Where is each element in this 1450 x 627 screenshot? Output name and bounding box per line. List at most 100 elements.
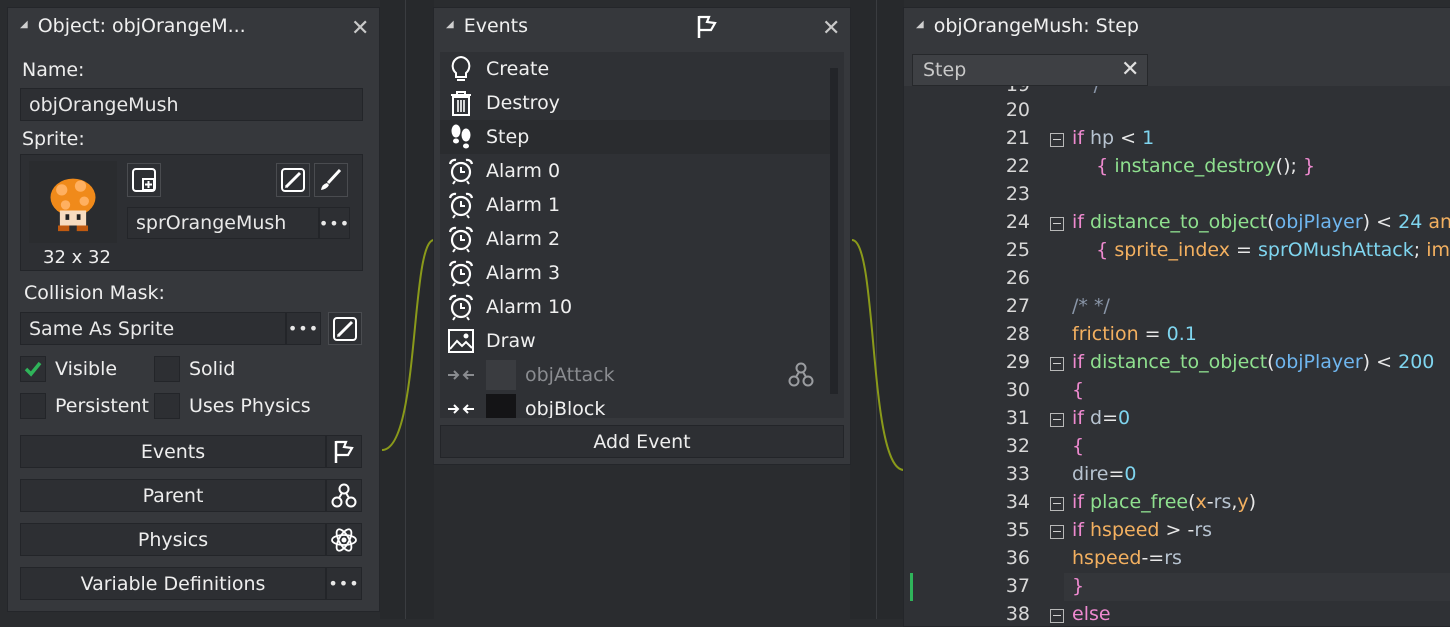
event-item-collision-objblock[interactable]: objBlock bbox=[440, 392, 830, 418]
line-number: 34 bbox=[1005, 491, 1030, 513]
fold-toggle-icon[interactable] bbox=[1050, 133, 1064, 147]
collapse-triangle-icon[interactable]: ◢ bbox=[446, 19, 454, 30]
alarm-clock-icon bbox=[446, 224, 476, 254]
persistent-label: Persistent bbox=[55, 395, 149, 417]
fold-toggle-icon[interactable] bbox=[1050, 609, 1064, 623]
solid-label: Solid bbox=[189, 358, 236, 380]
line-number: 31 bbox=[1005, 407, 1030, 429]
solid-checkbox[interactable] bbox=[154, 356, 180, 382]
close-tab-icon[interactable]: ✕ bbox=[1121, 59, 1139, 81]
mushroom-sprite-icon bbox=[50, 178, 96, 232]
event-item-collision-objattack[interactable]: objAttack bbox=[440, 358, 830, 392]
object-thumbnail bbox=[486, 360, 516, 390]
fold-toggle-icon[interactable] bbox=[1050, 413, 1064, 427]
event-label: Create bbox=[486, 58, 550, 80]
event-item-create[interactable]: Create bbox=[440, 52, 830, 86]
close-icon[interactable]: ✕ bbox=[822, 18, 840, 40]
event-label: objAttack bbox=[525, 364, 615, 386]
alarm-clock-icon bbox=[446, 258, 476, 288]
collision-arrows-icon bbox=[446, 394, 476, 418]
edit-mask-button[interactable] bbox=[328, 312, 362, 345]
events-panel-header[interactable]: ◢ Events bbox=[434, 8, 850, 44]
line-number: 30 bbox=[1005, 379, 1030, 401]
line-number: 29 bbox=[1005, 351, 1030, 373]
add-event-button[interactable]: Add Event bbox=[440, 425, 844, 458]
code-line: /* */ bbox=[1072, 295, 1110, 317]
event-item-step[interactable]: Step bbox=[440, 120, 830, 154]
events-button[interactable]: Events bbox=[20, 435, 326, 468]
parent-button[interactable]: Parent bbox=[20, 479, 326, 512]
fold-toggle-icon[interactable] bbox=[1050, 357, 1064, 371]
uses-physics-checkbox[interactable] bbox=[154, 393, 180, 419]
sprite-browse-button[interactable]: ••• bbox=[319, 207, 350, 239]
code-line: friction = 0.1 bbox=[1072, 323, 1197, 345]
object-panel: ◢ Object: objOrangeM... ✕ Name: objOrang… bbox=[7, 7, 380, 612]
physics-icon-button[interactable] bbox=[326, 523, 362, 556]
code-editor[interactable]: 19 20 21 22 23 24 25 26 27 28 29 30 31 3… bbox=[904, 86, 1450, 626]
collision-mask-field[interactable]: Same As Sprite bbox=[20, 312, 286, 345]
code-line: if hp < 1 bbox=[1072, 127, 1155, 149]
persistent-checkbox[interactable] bbox=[20, 393, 46, 419]
collision-mask-browse-button[interactable]: ••• bbox=[286, 312, 321, 345]
tab-step[interactable]: Step ✕ bbox=[912, 54, 1148, 86]
event-item-destroy[interactable]: Destroy bbox=[440, 86, 830, 120]
parent-icon-button[interactable] bbox=[326, 479, 362, 512]
event-item-alarm-1[interactable]: Alarm 1 bbox=[440, 188, 830, 222]
code-panel-header[interactable]: ◢ objOrangeMush: Step bbox=[904, 8, 1450, 44]
code-line: { instance_destroy(); } bbox=[1096, 155, 1316, 177]
sprite-name-field[interactable]: sprOrangeMush bbox=[127, 207, 319, 239]
code-line: else bbox=[1072, 603, 1111, 625]
event-item-alarm-2[interactable]: Alarm 2 bbox=[440, 222, 830, 256]
code-line: { bbox=[1072, 435, 1085, 457]
object-panel-header[interactable]: ◢ Object: objOrangeM... bbox=[8, 8, 379, 44]
paint-sprite-button[interactable] bbox=[314, 163, 348, 197]
variable-definitions-button[interactable]: Variable Definitions bbox=[20, 567, 326, 600]
event-label: objBlock bbox=[525, 398, 606, 418]
event-item-alarm-3[interactable]: Alarm 3 bbox=[440, 256, 830, 290]
physics-button[interactable]: Physics bbox=[20, 523, 326, 556]
events-list: Create Destroy Step Alarm 0 Alarm 1 Alar… bbox=[440, 52, 844, 418]
object-thumbnail bbox=[486, 394, 516, 418]
connector-curve bbox=[381, 239, 435, 451]
code-line: */ bbox=[1072, 86, 1100, 96]
current-line-highlight bbox=[1064, 573, 1450, 601]
flag-icon bbox=[697, 15, 717, 38]
ellipsis-icon: ••• bbox=[318, 213, 351, 233]
code-line: dire=0 bbox=[1072, 463, 1137, 485]
line-number: 28 bbox=[1005, 323, 1030, 345]
event-item-alarm-10[interactable]: Alarm 10 bbox=[440, 290, 830, 324]
ellipsis-icon: ••• bbox=[287, 319, 320, 338]
name-field[interactable]: objOrangeMush bbox=[20, 88, 363, 121]
new-sprite-button[interactable] bbox=[127, 163, 161, 197]
collapse-triangle-icon[interactable]: ◢ bbox=[916, 19, 924, 30]
new-sprite-icon bbox=[132, 168, 156, 192]
event-item-draw[interactable]: Draw bbox=[440, 324, 830, 358]
code-panel-title: objOrangeMush: Step bbox=[933, 15, 1139, 37]
events-scrollbar[interactable] bbox=[830, 68, 838, 394]
collision-mask-label: Collision Mask: bbox=[24, 282, 165, 304]
events-icon-button[interactable] bbox=[326, 435, 362, 468]
line-number: 33 bbox=[1005, 463, 1030, 485]
variable-definitions-more-button[interactable]: ••• bbox=[326, 567, 362, 600]
collapse-triangle-icon[interactable]: ◢ bbox=[20, 19, 28, 30]
line-number: 20 bbox=[1005, 99, 1030, 121]
event-label: Alarm 1 bbox=[486, 194, 561, 216]
name-label: Name: bbox=[22, 59, 85, 81]
fold-toggle-icon[interactable] bbox=[1050, 497, 1064, 511]
event-label: Alarm 2 bbox=[486, 228, 561, 250]
hierarchy-icon bbox=[788, 362, 814, 387]
sprite-preview[interactable] bbox=[29, 161, 117, 243]
event-item-alarm-0[interactable]: Alarm 0 bbox=[440, 154, 830, 188]
visible-checkbox[interactable] bbox=[20, 356, 46, 382]
image-icon bbox=[446, 326, 476, 356]
fold-toggle-icon[interactable] bbox=[1050, 217, 1064, 231]
edit-sprite-button[interactable] bbox=[276, 163, 310, 197]
alarm-clock-icon bbox=[446, 156, 476, 186]
fold-toggle-icon[interactable] bbox=[1050, 525, 1064, 539]
line-number: 32 bbox=[1005, 435, 1030, 457]
alarm-clock-icon bbox=[446, 292, 476, 322]
line-number: 23 bbox=[1005, 183, 1030, 205]
close-icon[interactable]: ✕ bbox=[351, 18, 369, 40]
sprite-size: 32 x 32 bbox=[43, 247, 111, 268]
atom-icon bbox=[331, 527, 357, 552]
